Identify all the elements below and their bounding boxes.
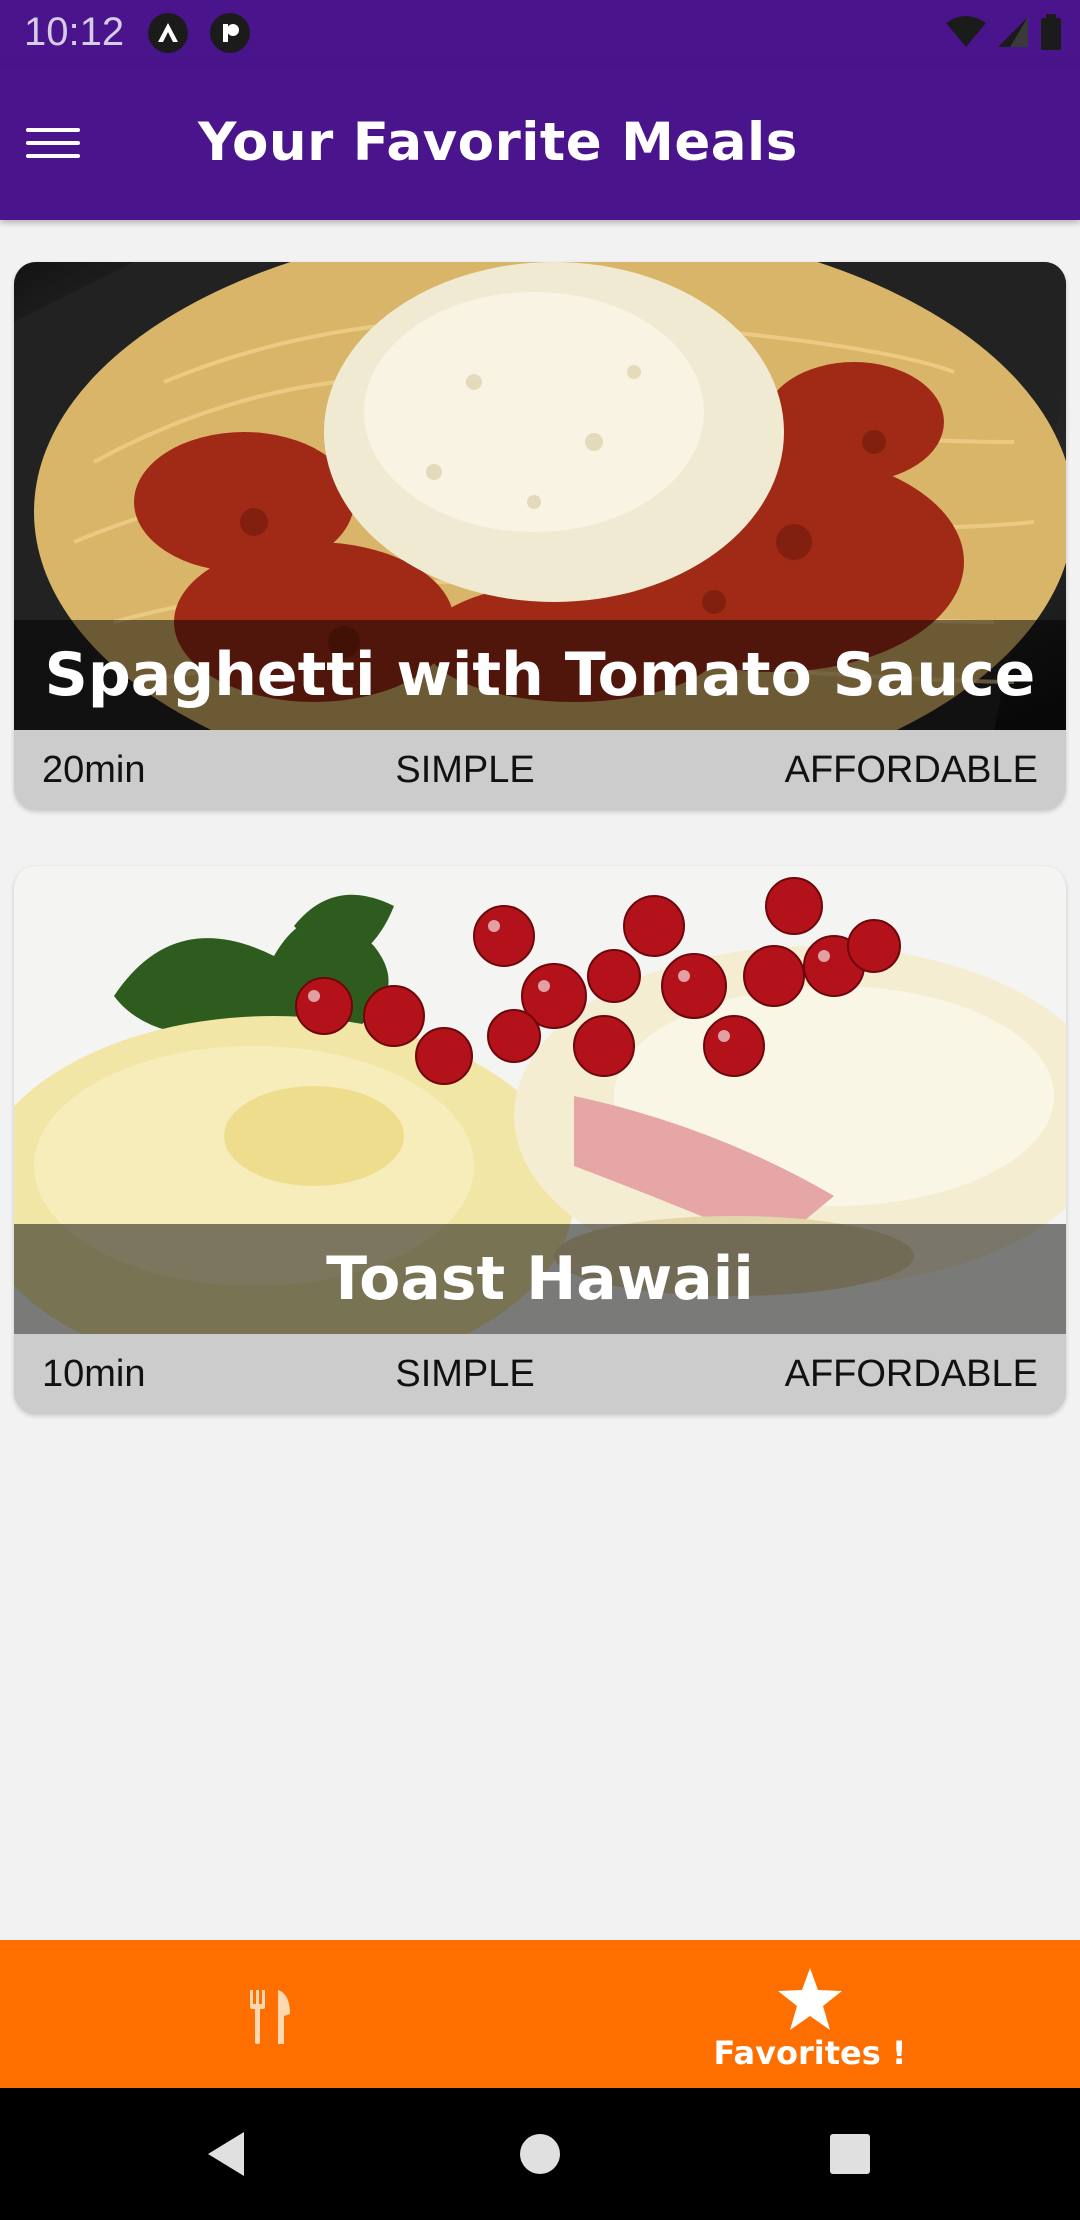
tab-favorites[interactable]: Favorites !: [540, 1940, 1080, 2088]
restaurant-icon: [250, 1990, 290, 2044]
notification-app-icon-2: [210, 13, 250, 53]
notification-app-icon: [148, 13, 188, 53]
meal-affordability: AFFORDABLE: [784, 1352, 1038, 1395]
meal-affordability: AFFORDABLE: [784, 748, 1038, 791]
meal-duration: 10min: [42, 1352, 146, 1395]
meal-title-bar: Toast Hawaii: [14, 1224, 1066, 1334]
meal-image-toast-hawaii: Toast Hawaii: [14, 866, 1066, 1334]
status-bar: 10:12: [0, 0, 1080, 66]
home-icon[interactable]: [518, 2132, 562, 2176]
meal-details: 20min SIMPLE AFFORDABLE: [14, 730, 1066, 810]
meal-card-toast-hawaii[interactable]: Toast Hawaii 10min SIMPLE AFFORDABLE: [14, 866, 1066, 1414]
meal-card-spaghetti[interactable]: Spaghetti with Tomato Sauce 20min SIMPLE…: [14, 262, 1066, 810]
meal-title: Toast Hawaii: [326, 1244, 754, 1314]
app-bar: Your Favorite Meals: [0, 66, 1080, 220]
status-indicators: [946, 14, 1062, 50]
signal-icon: [998, 17, 1028, 47]
meal-complexity: SIMPLE: [395, 748, 535, 791]
meal-complexity: SIMPLE: [395, 1352, 535, 1395]
back-icon[interactable]: [204, 2130, 248, 2178]
status-time: 10:12: [24, 10, 125, 54]
battery-icon: [1041, 14, 1061, 50]
tab-meals[interactable]: [0, 1940, 540, 2088]
wifi-icon: [946, 16, 986, 47]
bottom-tab-bar: Favorites !: [0, 1940, 1080, 2088]
system-navigation-bar: [0, 2088, 1080, 2220]
page-title: Your Favorite Meals: [198, 112, 798, 173]
recents-icon[interactable]: [830, 2134, 870, 2174]
menu-icon[interactable]: [26, 118, 80, 168]
tab-label-favorites: Favorites !: [713, 2034, 907, 2072]
star-icon: [778, 1968, 842, 2030]
meal-title-bar: Spaghetti with Tomato Sauce: [14, 620, 1066, 730]
meal-duration: 20min: [42, 748, 146, 791]
meal-details: 10min SIMPLE AFFORDABLE: [14, 1334, 1066, 1414]
meal-title: Spaghetti with Tomato Sauce: [44, 640, 1036, 710]
meal-image-spaghetti: Spaghetti with Tomato Sauce: [14, 262, 1066, 730]
